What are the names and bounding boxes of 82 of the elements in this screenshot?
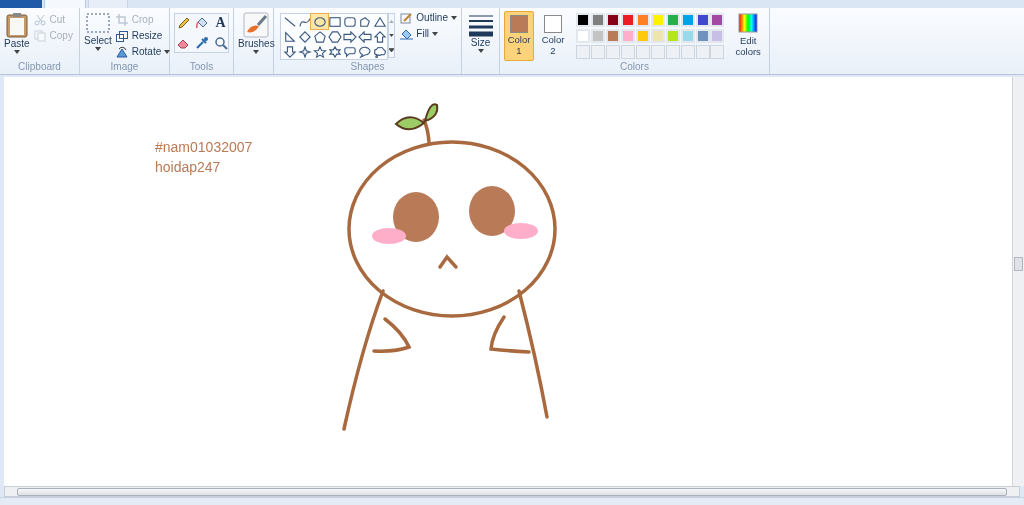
rotate-icon	[115, 46, 129, 58]
caret-icon	[432, 32, 439, 36]
cloud-callout-shape[interactable]	[371, 44, 389, 59]
palette-swatch[interactable]	[710, 29, 725, 43]
up-arrow-shape[interactable]	[371, 29, 389, 44]
pencil-icon	[400, 12, 414, 24]
canvas-text: hoidap247	[155, 158, 222, 177]
four-point-star-shape[interactable]	[296, 44, 314, 59]
copy-icon	[33, 30, 47, 42]
right-arrow-shape[interactable]	[341, 29, 359, 44]
palette-swatch[interactable]	[620, 29, 635, 43]
size-button[interactable]: Size	[467, 11, 494, 53]
selection-icon	[85, 13, 110, 35]
down-arrow-shape[interactable]	[281, 44, 298, 59]
caret-icon	[94, 47, 101, 51]
caret-icon	[451, 16, 457, 20]
palette-swatch[interactable]	[665, 13, 680, 27]
scissors-icon	[33, 14, 47, 26]
palette-swatch[interactable]	[710, 13, 725, 27]
group-label: Shapes	[349, 61, 386, 74]
fill-bucket-icon	[400, 28, 414, 40]
rectangle-shape[interactable]	[326, 14, 344, 29]
clipboard-icon	[5, 12, 28, 38]
scroll-up-icon	[389, 19, 395, 23]
color-spectrum-icon	[738, 13, 759, 33]
caret-icon	[13, 50, 20, 54]
gallery-scrollbar[interactable]	[387, 13, 396, 58]
palette-swatch[interactable]	[695, 13, 710, 27]
five-point-star-shape[interactable]	[311, 44, 329, 59]
palette-swatch[interactable]	[576, 13, 590, 27]
horizontal-scrollbar[interactable]	[4, 486, 1020, 497]
color-selector[interactable]: Color 2	[538, 11, 568, 61]
palette-swatch[interactable]	[590, 13, 605, 27]
paste-button[interactable]: Paste	[4, 11, 30, 54]
six-point-star-shape[interactable]	[326, 44, 344, 59]
caret-icon	[477, 49, 484, 53]
palette-swatch[interactable]	[605, 13, 620, 27]
resize-icon	[115, 30, 129, 42]
palette-swatch[interactable]	[680, 29, 695, 43]
palette-swatch[interactable]	[650, 13, 665, 27]
canvas-text: #nam01032007	[155, 138, 254, 157]
palette-swatch[interactable]	[680, 13, 695, 27]
group-label: Tools	[188, 61, 215, 74]
caret-icon	[164, 50, 171, 54]
outline-button[interactable]: Outline	[400, 11, 457, 25]
line-width-icon	[467, 13, 494, 37]
scroll-down-icon	[389, 33, 395, 37]
palette-swatch[interactable]	[605, 29, 620, 43]
fill-button[interactable]: Fill	[400, 27, 457, 41]
oval-callout-shape[interactable]	[356, 44, 374, 59]
group-label: Clipboard	[17, 61, 62, 74]
rounded-rectangle-shape[interactable]	[341, 14, 359, 29]
group-label: Image	[109, 61, 140, 74]
palette-swatch[interactable]	[590, 29, 605, 43]
diamond-shape[interactable]	[296, 29, 314, 44]
resize-button[interactable]: Resize	[115, 28, 171, 44]
rounded-callout-shape[interactable]	[341, 44, 359, 59]
select-button[interactable]: Select	[84, 11, 112, 51]
oval-shape[interactable]	[311, 14, 329, 29]
palette-swatch[interactable]	[576, 29, 590, 43]
drawing-canvas[interactable]: #nam01032007 hoidap247	[4, 77, 1012, 486]
palette-swatch[interactable]	[635, 13, 650, 27]
group-label: Colors	[619, 61, 650, 74]
text-tool[interactable]: A	[211, 14, 230, 32]
pentagon-shape[interactable]	[311, 29, 329, 44]
vertical-scrollbar[interactable]	[1012, 77, 1024, 486]
left-arrow-shape[interactable]	[356, 29, 374, 44]
crop-icon	[115, 14, 129, 26]
hexagon-shape[interactable]	[326, 29, 344, 44]
palette-swatch[interactable]	[695, 29, 710, 43]
rotate-button[interactable]: Rotate	[115, 44, 171, 60]
palette-swatch[interactable]	[650, 29, 665, 43]
color-selector[interactable]: Color 1	[504, 11, 534, 61]
palette-swatch[interactable]	[620, 13, 635, 27]
expand-icon	[389, 47, 395, 52]
edit-colors-button[interactable]: Edit colors	[731, 11, 765, 57]
palette-swatch[interactable]	[665, 29, 680, 43]
palette-swatch[interactable]	[635, 29, 650, 43]
triangle-shape[interactable]	[371, 14, 389, 29]
brush-icon	[243, 12, 270, 38]
caret-icon	[253, 50, 260, 54]
brushes-button[interactable]: Brushes	[238, 11, 275, 54]
